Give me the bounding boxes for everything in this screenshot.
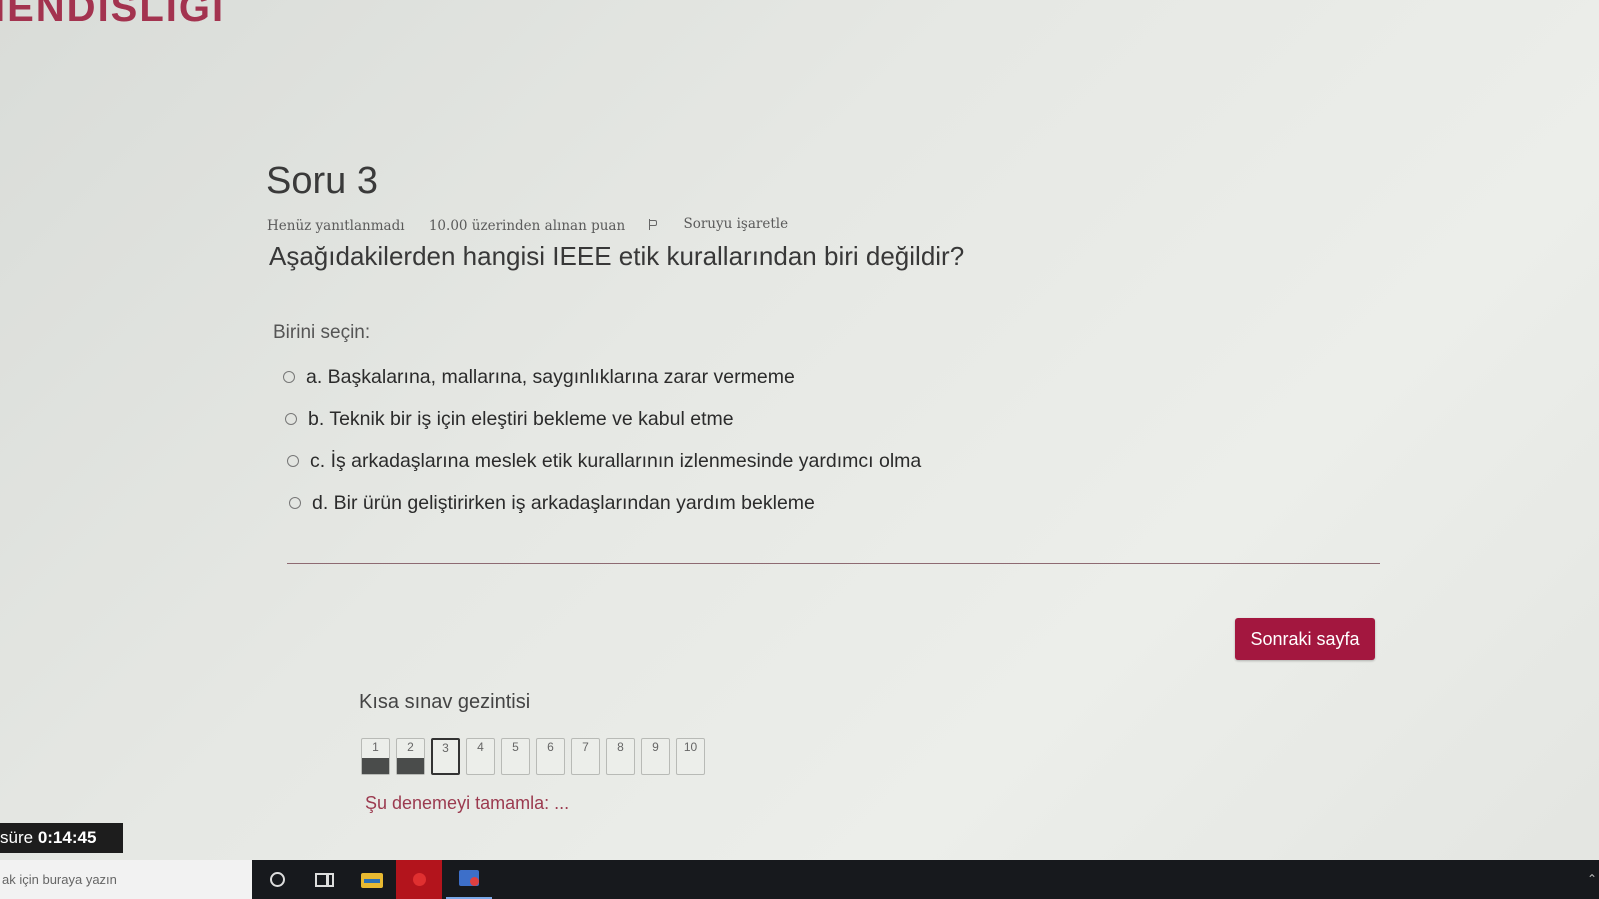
question-text: Aşağıdakilerden hangisi IEEE etik kurall… (269, 241, 965, 271)
answer-option-d[interactable]: d. Bir ürün geliştirirken iş arkadaşları… (289, 482, 921, 524)
quiz-nav-number: 6 (547, 740, 554, 754)
quiz-nav-button-8[interactable]: 8 (606, 738, 635, 775)
cortana-icon[interactable] (254, 860, 300, 899)
answered-indicator (362, 758, 389, 774)
quiz-nav-number: 5 (512, 740, 519, 754)
red-app-icon[interactable] (396, 860, 442, 899)
site-title: IENDISLIGI (0, 0, 226, 30)
radio-button-d[interactable] (289, 497, 301, 509)
timer-label: süre (0, 828, 34, 847)
answer-label-a[interactable]: a. Başkalarına, mallarına, saygınlıkları… (306, 366, 795, 389)
quiz-nav-button-2[interactable]: 2 (396, 738, 425, 775)
quiz-nav-button-1[interactable]: 1 (361, 738, 390, 775)
divider (287, 563, 1380, 564)
quiz-nav-number: 9 (652, 740, 659, 754)
quiz-nav-button-6[interactable]: 6 (536, 738, 565, 775)
tray-icon[interactable]: ⌃ (1587, 872, 1597, 886)
question-points: 10.00 üzerinden alınan puan (428, 217, 626, 234)
quiz-nav-number: 3 (442, 741, 449, 755)
quiz-navigation-title: Kısa sınav gezintisi (359, 691, 531, 713)
answer-label-d[interactable]: d. Bir ürün geliştirirken iş arkadaşları… (312, 492, 815, 515)
timer: süre 0:14:45 (0, 823, 123, 853)
quiz-nav-button-3[interactable]: 3 (431, 738, 460, 775)
radio-button-a[interactable] (283, 371, 295, 383)
answer-option-b[interactable]: b. Teknik bir iş için eleştiri bekleme v… (285, 398, 921, 440)
next-page-button[interactable]: Sonraki sayfa (1235, 618, 1375, 660)
question-status: Henüz yanıtlanmadı (267, 217, 405, 234)
quiz-nav-button-10[interactable]: 10 (676, 738, 705, 775)
question-info: Henüz yanıtlanmadı 10.00 üzerinden alına… (267, 216, 828, 234)
answer-option-a[interactable]: a. Başkalarına, mallarına, saygınlıkları… (283, 356, 921, 398)
finish-attempt-link[interactable]: Şu denemeyi tamamla: ... (365, 793, 569, 814)
flag-question-link[interactable]: Soruyu işaretle (649, 216, 808, 232)
quiz-nav-number: 10 (683, 740, 698, 754)
quiz-nav-number: 2 (407, 740, 414, 754)
question-number: Soru 3 (266, 160, 378, 202)
quiz-nav-button-5[interactable]: 5 (501, 738, 530, 775)
answer-prompt: Birini seçin: (273, 322, 371, 343)
answer-label-c[interactable]: c. İş arkadaşlarına meslek etik kurallar… (310, 450, 921, 473)
quiz-navigation: 1 2 3 4 5 6 7 8 9 10 (361, 738, 705, 775)
quiz-nav-number: 1 (372, 740, 379, 754)
flag-icon (649, 218, 658, 230)
quiz-nav-number: 4 (477, 740, 484, 754)
answer-list: a. Başkalarına, mallarına, saygınlıkları… (283, 356, 921, 524)
answered-indicator (397, 758, 424, 774)
quiz-nav-button-9[interactable]: 9 (641, 738, 670, 775)
taskbar-search-box[interactable]: ak için buraya yazın (0, 860, 252, 899)
answer-label-b[interactable]: b. Teknik bir iş için eleştiri bekleme v… (308, 408, 734, 431)
answer-option-c[interactable]: c. İş arkadaşlarına meslek etik kurallar… (287, 440, 921, 482)
blue-app-icon[interactable] (446, 860, 492, 899)
file-explorer-icon[interactable] (349, 860, 395, 899)
flag-question-label: Soruyu işaretle (683, 216, 789, 232)
quiz-nav-button-4[interactable]: 4 (466, 738, 495, 775)
quiz-nav-button-7[interactable]: 7 (571, 738, 600, 775)
timer-value: 0:14:45 (37, 828, 97, 847)
radio-button-c[interactable] (287, 455, 299, 467)
radio-button-b[interactable] (285, 413, 297, 425)
quiz-nav-number: 8 (617, 740, 624, 754)
quiz-nav-number: 7 (582, 740, 589, 754)
task-view-icon[interactable] (300, 860, 346, 899)
taskbar: ak için buraya yazın ⌃ (0, 860, 1599, 899)
